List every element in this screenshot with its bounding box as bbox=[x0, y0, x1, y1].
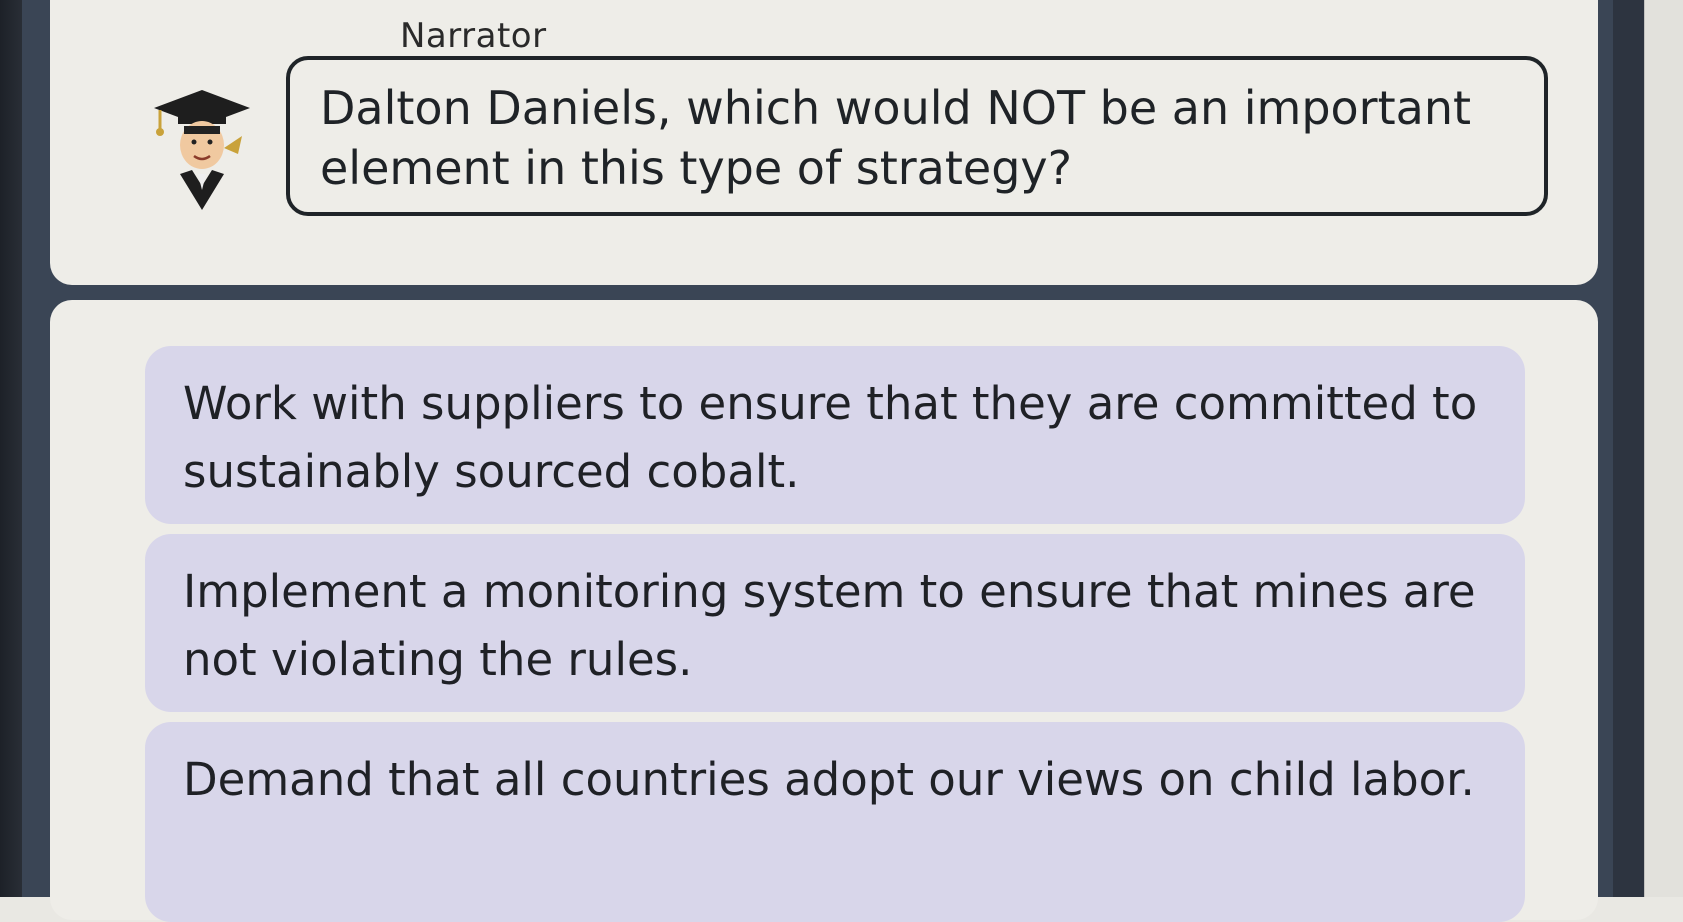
narrator-card: Narrator Dalton Daniels, which would NOT… bbox=[50, 0, 1598, 285]
speaker-name: Narrator bbox=[400, 16, 547, 56]
graduate-cap-avatar-icon bbox=[154, 90, 250, 210]
choice-button-2[interactable]: Implement a monitoring system to ensure … bbox=[145, 534, 1525, 712]
choice-label: Demand that all countries adopt our view… bbox=[183, 753, 1475, 806]
monitor-bezel-right bbox=[1613, 0, 1683, 897]
choice-label: Work with suppliers to ensure that they … bbox=[183, 377, 1478, 498]
choice-button-3[interactable]: Demand that all countries adopt our view… bbox=[145, 722, 1525, 922]
speech-bubble: Dalton Daniels, which would NOT be an im… bbox=[286, 56, 1548, 216]
question-text: Dalton Daniels, which would NOT be an im… bbox=[320, 81, 1472, 195]
choice-button-1[interactable]: Work with suppliers to ensure that they … bbox=[145, 346, 1525, 524]
choice-label: Implement a monitoring system to ensure … bbox=[183, 565, 1476, 686]
